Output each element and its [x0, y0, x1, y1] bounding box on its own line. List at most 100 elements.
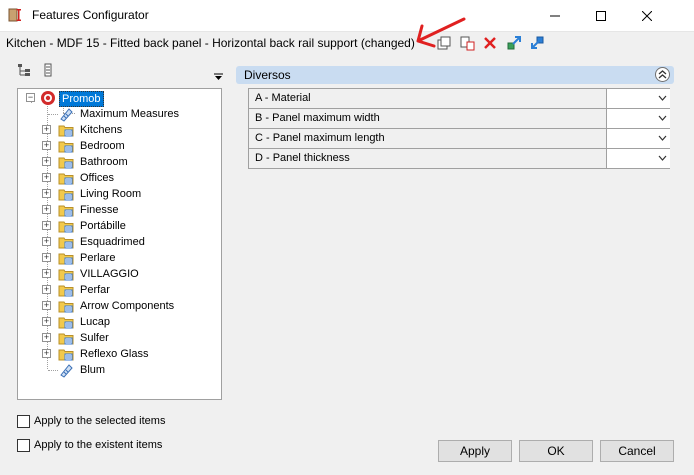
tree-root-row[interactable]: − Promob	[18, 90, 221, 107]
tree-item-label: Bathroom	[80, 156, 128, 168]
chevron-down-icon	[658, 135, 667, 141]
property-value-dropdown[interactable]	[606, 129, 670, 148]
chevron-down-icon	[658, 95, 667, 101]
maximize-button[interactable]	[578, 0, 624, 31]
tree-item-label: Portábille	[80, 220, 126, 232]
tree-view-icon[interactable]	[17, 63, 31, 77]
tree-item-label: Bedroom	[80, 140, 125, 152]
tree-item[interactable]: + Offices	[18, 170, 221, 186]
apply-existent-option[interactable]: Apply to the existent items	[17, 437, 162, 453]
property-value-dropdown[interactable]	[606, 89, 670, 108]
expand-toggle[interactable]: +	[42, 285, 51, 294]
close-button[interactable]	[624, 0, 670, 31]
tree-item[interactable]: + Sulfer	[18, 330, 221, 346]
property-value-dropdown[interactable]	[606, 149, 670, 168]
tree-item-label: Sulfer	[80, 332, 109, 344]
property-row[interactable]: C - Panel maximum length	[248, 129, 670, 149]
expand-toggle[interactable]: +	[42, 157, 51, 166]
expand-toggle[interactable]: +	[42, 317, 51, 326]
folder-icon	[58, 333, 74, 345]
apply-existent-label: Apply to the existent items	[34, 439, 163, 451]
tree-item[interactable]: + Arrow Components	[18, 298, 221, 314]
folder-icon	[58, 141, 74, 153]
tree-item[interactable]: + Kitchens	[18, 122, 221, 138]
folder-icon	[58, 237, 74, 249]
expand-toggle[interactable]: +	[42, 349, 51, 358]
tree-item[interactable]: + Perfar	[18, 282, 221, 298]
apply-selected-checkbox[interactable]	[17, 414, 30, 428]
tree-item-label: Finesse	[80, 204, 119, 216]
delete-icon[interactable]	[482, 35, 498, 51]
expand-toggle[interactable]: +	[42, 221, 51, 230]
tree-item-label: Arrow Components	[80, 300, 175, 312]
expand-toggle[interactable]: +	[42, 173, 51, 182]
tree-item[interactable]: + Bedroom	[18, 138, 221, 154]
tree-item-label: Blum	[80, 364, 106, 376]
apply-selected-option[interactable]: Apply to the selected items	[17, 413, 165, 429]
folder-icon	[58, 269, 74, 281]
folder-icon	[58, 189, 74, 201]
list-view-icon[interactable]	[41, 63, 55, 77]
property-label: C - Panel maximum length	[255, 132, 385, 144]
expand-toggle[interactable]: +	[42, 189, 51, 198]
tree-item[interactable]: + VILLAGGIO	[18, 266, 221, 282]
expand-toggle[interactable]: +	[42, 333, 51, 342]
expand-toggle[interactable]: +	[42, 253, 51, 262]
group-title: Diversos	[244, 68, 291, 82]
cancel-button[interactable]: Cancel	[600, 440, 674, 462]
promob-logo-icon	[41, 91, 55, 105]
tree-item[interactable]: + Portábille	[18, 218, 221, 234]
apply-button[interactable]: Apply	[438, 440, 512, 462]
ok-button[interactable]: OK	[519, 440, 593, 462]
folder-icon	[58, 205, 74, 217]
tree-item-label: Living Room	[80, 188, 142, 200]
property-group-header[interactable]: Diversos	[236, 66, 674, 84]
tree-item[interactable]: + Esquadrimed	[18, 234, 221, 250]
tree-item[interactable]: Maximum Measures	[18, 106, 221, 122]
property-row[interactable]: A - Material	[248, 89, 670, 109]
tree-item-label: Maximum Measures	[80, 108, 180, 120]
copy-icon[interactable]	[436, 35, 452, 51]
close-icon	[642, 10, 652, 21]
minimize-button[interactable]	[532, 0, 578, 31]
export-icon[interactable]	[506, 35, 522, 51]
tree-item[interactable]: + Lucap	[18, 314, 221, 330]
expand-toggle[interactable]: +	[42, 269, 51, 278]
folder-icon	[58, 301, 74, 313]
apply-selected-label: Apply to the selected items	[34, 415, 166, 427]
tree-item[interactable]: + Reflexo Glass	[18, 346, 221, 362]
import-icon[interactable]	[529, 35, 545, 51]
minimize-icon	[550, 15, 560, 16]
tree-item[interactable]: + Perlare	[18, 250, 221, 266]
expand-toggle[interactable]: +	[42, 237, 51, 246]
tree-options-chevron-down-icon[interactable]	[214, 73, 223, 81]
expand-toggle[interactable]: +	[42, 125, 51, 134]
tree-item[interactable]: + Finesse	[18, 202, 221, 218]
maximize-icon	[596, 10, 606, 21]
tree-item[interactable]: Blum	[18, 362, 221, 378]
title-bar: Features Configurator	[0, 0, 694, 32]
tree-item[interactable]: + Living Room	[18, 186, 221, 202]
expand-toggle[interactable]: +	[42, 301, 51, 310]
folder-icon	[58, 157, 74, 169]
measure-icon	[60, 108, 73, 122]
folder-icon	[58, 125, 74, 137]
property-label: A - Material	[255, 92, 311, 104]
paste-icon[interactable]	[459, 35, 475, 51]
property-grid: A - Material B - Panel maximum width C - P…	[248, 88, 670, 169]
property-value-dropdown[interactable]	[606, 109, 670, 128]
measure-icon	[60, 364, 73, 378]
chevron-down-icon	[658, 155, 667, 161]
expand-toggle[interactable]: +	[42, 141, 51, 150]
property-label: D - Panel thickness	[255, 152, 350, 164]
folder-icon	[58, 253, 74, 265]
property-row[interactable]: D - Panel thickness	[248, 149, 670, 169]
folder-icon	[58, 285, 74, 297]
apply-existent-checkbox[interactable]	[17, 438, 30, 452]
feature-tree[interactable]: − Promob Maximum Measures + Kitchens + Bedro…	[17, 88, 222, 400]
collapse-toggle[interactable]: −	[26, 93, 35, 102]
tree-item[interactable]: + Bathroom	[18, 154, 221, 170]
collapse-group-button[interactable]	[655, 67, 670, 82]
property-row[interactable]: B - Panel maximum width	[248, 109, 670, 129]
expand-toggle[interactable]: +	[42, 205, 51, 214]
